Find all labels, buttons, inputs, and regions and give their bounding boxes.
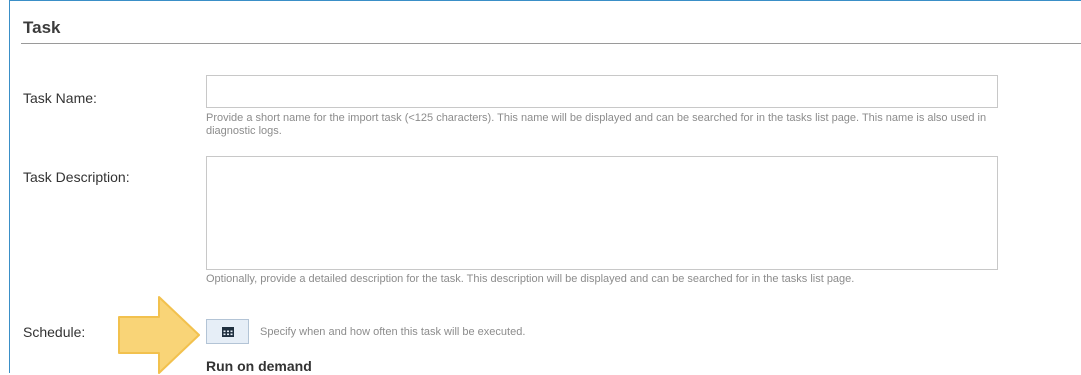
task-panel: Task Task Name: Provide a short name for… — [9, 0, 1081, 374]
task-name-input[interactable] — [206, 75, 998, 108]
callout-arrow-icon — [118, 296, 200, 374]
schedule-button[interactable] — [206, 319, 249, 344]
calendar-icon — [221, 327, 234, 337]
task-name-help: Provide a short name for the import task… — [206, 112, 987, 137]
schedule-status: Run on demand — [206, 358, 312, 374]
title-divider — [21, 43, 1081, 44]
task-name-label: Task Name: — [23, 90, 97, 106]
task-description-label: Task Description: — [23, 169, 130, 185]
task-description-help: Optionally, provide a detailed descripti… — [206, 273, 855, 285]
task-description-textarea[interactable] — [206, 156, 998, 270]
section-title: Task — [23, 18, 61, 37]
schedule-help: Specify when and how often this task wil… — [260, 326, 526, 338]
schedule-label: Schedule: — [23, 324, 86, 340]
